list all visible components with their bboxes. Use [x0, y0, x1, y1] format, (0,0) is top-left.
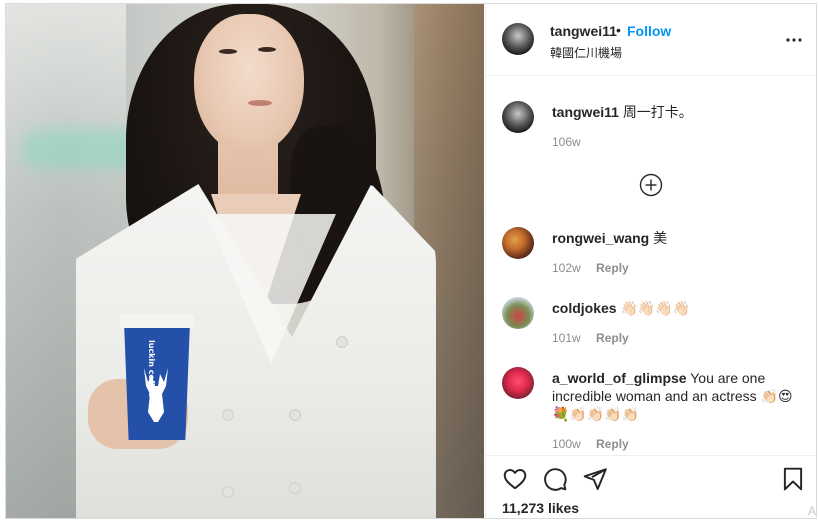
comment-username[interactable]: coldjokes: [552, 300, 617, 316]
comment-meta: 102w Reply: [552, 261, 629, 275]
deer-logo-icon: [144, 368, 168, 422]
post-details-panel: tangwei11 • Follow 韓國仁川機場 tangwei11 周一打卡…: [485, 4, 816, 518]
photo-jacket-button: [289, 409, 301, 421]
photo-eye-left: [219, 49, 237, 54]
commenter-avatar[interactable]: [502, 227, 534, 259]
comment-age[interactable]: 101w: [552, 331, 581, 345]
more-options-icon[interactable]: [786, 32, 802, 48]
photo-cup-lid: [120, 314, 194, 328]
add-circle-icon[interactable]: [639, 173, 663, 197]
photo-jacket-button: [336, 336, 348, 348]
photo-jacket-button: [222, 486, 234, 498]
post-header: tangwei11 • Follow 韓國仁川機場: [486, 4, 816, 76]
follow-button[interactable]: Follow: [627, 23, 671, 39]
comment-meta: 100w Reply: [552, 437, 629, 451]
share-icon[interactable]: [582, 466, 608, 492]
photo-eye-right: [258, 47, 276, 52]
comment-body: 👋🏻👋🏻👋🏻👋🏻: [620, 300, 691, 316]
reply-button[interactable]: Reply: [596, 437, 629, 451]
post-location[interactable]: 韓國仁川機場: [550, 44, 622, 61]
comment-text: coldjokes 👋🏻👋🏻👋🏻👋🏻: [552, 299, 802, 317]
commenter-avatar[interactable]: [502, 297, 534, 329]
caption-body: 周一打卡。: [622, 104, 693, 120]
caption-meta: 106w: [552, 135, 581, 149]
header-separator: •: [616, 22, 621, 38]
photo-bokeh: [21, 129, 141, 169]
instagram-post-modal: luckin coffee tangwei11 • Follow 韓國仁川機場 …: [5, 3, 817, 519]
comment-body: 美: [653, 230, 668, 246]
comment-age[interactable]: 100w: [552, 437, 581, 451]
bookmark-icon[interactable]: [780, 466, 806, 492]
reply-button[interactable]: Reply: [596, 331, 629, 345]
commenter-avatar[interactable]: [502, 367, 534, 399]
caption-age[interactable]: 106w: [552, 135, 581, 149]
comment-username[interactable]: rongwei_wang: [552, 230, 649, 246]
photo-lips: [248, 100, 272, 106]
photo-jacket-button: [222, 409, 234, 421]
comment-username[interactable]: a_world_of_glimpse: [552, 370, 687, 386]
reply-button[interactable]: Reply: [596, 261, 629, 275]
like-count[interactable]: 11,273 likes: [502, 500, 579, 516]
post-actions: 11,273 likes A: [486, 455, 816, 518]
comment-meta: 101w Reply: [552, 331, 629, 345]
caption-author-avatar[interactable]: [502, 101, 534, 133]
author-avatar[interactable]: [502, 23, 534, 55]
caption-username[interactable]: tangwei11: [552, 104, 619, 120]
author-username[interactable]: tangwei11: [550, 23, 617, 39]
caption-text: tangwei11 周一打卡。: [552, 103, 802, 121]
comment-age[interactable]: 102w: [552, 261, 581, 275]
scroll-hint: A: [807, 504, 816, 518]
comment-icon[interactable]: [542, 466, 568, 492]
heart-icon[interactable]: [502, 466, 528, 492]
photo-face: [194, 14, 304, 154]
comments-list[interactable]: tangwei11 周一打卡。 106w rongwei_wang 美 102w…: [486, 77, 816, 455]
photo-jacket-button: [289, 482, 301, 494]
post-photo[interactable]: luckin coffee: [6, 4, 484, 518]
comment-text: rongwei_wang 美: [552, 229, 802, 247]
comment-text: a_world_of_glimpse You are one incredibl…: [552, 369, 802, 423]
